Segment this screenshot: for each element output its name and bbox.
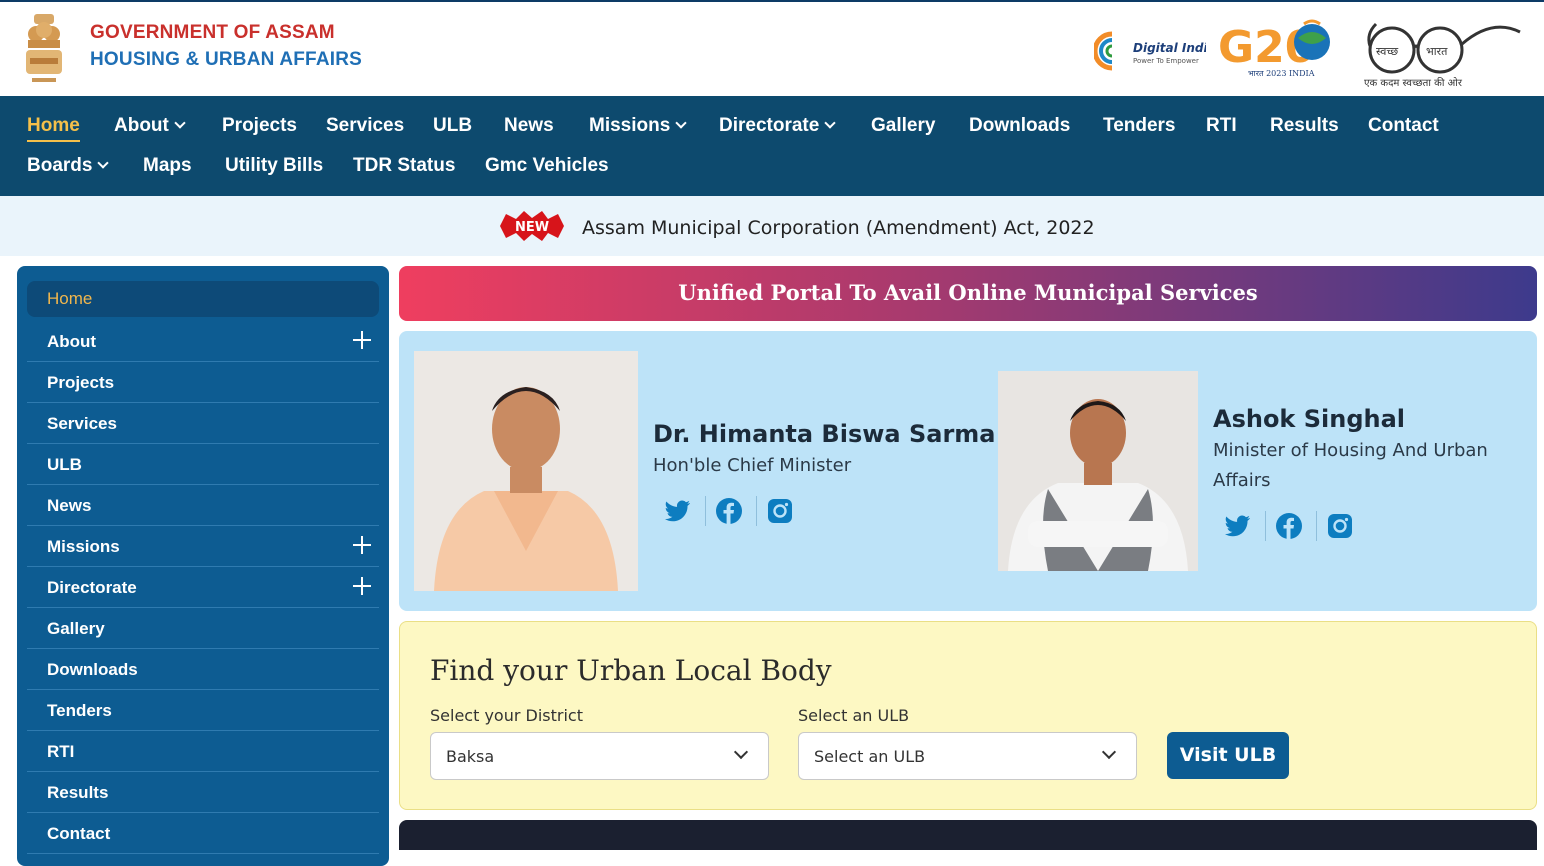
swachh-tagline: एक कदम स्वच्छता की ओर	[1364, 77, 1463, 89]
swachh-right: भारत	[1426, 45, 1448, 58]
minister-name: Ashok Singhal	[1213, 405, 1406, 433]
instagram-icon[interactable]	[765, 496, 795, 526]
person-photo-icon	[998, 371, 1198, 571]
nav-tenders[interactable]: Tenders	[1103, 115, 1176, 137]
district-select-value: Baksa	[446, 747, 495, 766]
site-header: GOVERNMENT OF ASSAM HOUSING & URBAN AFFA…	[0, 0, 1544, 96]
facebook-icon[interactable]	[714, 496, 744, 526]
plus-icon[interactable]	[353, 577, 371, 595]
nav-missions[interactable]: Missions	[589, 115, 687, 137]
find-ulb-panel: Find your Urban Local Body Select your D…	[399, 621, 1537, 810]
sidebar-item-gallery[interactable]: Gallery	[27, 608, 379, 649]
twitter-icon[interactable]	[663, 496, 693, 526]
chevron-down-icon	[97, 157, 110, 169]
government-title: GOVERNMENT OF ASSAM	[90, 22, 335, 43]
minister-title: Minister of Housing And Urban Affairs	[1213, 440, 1488, 491]
chevron-down-icon	[174, 117, 186, 129]
sidebar-item-results[interactable]: Results	[27, 772, 379, 813]
new-badge: NEW	[500, 211, 564, 241]
chevron-down-icon	[733, 744, 749, 760]
chevron-down-icon	[824, 117, 836, 129]
nav-about[interactable]: About	[114, 115, 186, 137]
sidebar-item-rti[interactable]: RTI	[27, 731, 379, 772]
nav-ulb[interactable]: ULB	[433, 115, 472, 137]
nav-gallery[interactable]: Gallery	[871, 115, 935, 137]
nav-projects[interactable]: Projects	[222, 115, 297, 137]
find-ulb-title: Find your Urban Local Body	[430, 654, 832, 687]
ulb-select[interactable]: Select an ULB	[798, 732, 1137, 780]
nav-rti[interactable]: RTI	[1206, 115, 1237, 137]
sidebar-item-missions[interactable]: Missions	[27, 526, 379, 567]
nav-news[interactable]: News	[504, 115, 554, 137]
divider	[1316, 511, 1317, 541]
ministers-panel: Dr. Himanta Biswa Sarma Hon'ble Chief Mi…	[399, 331, 1537, 611]
divider	[705, 496, 706, 526]
sidebar-item-ulb[interactable]: ULB	[27, 444, 379, 485]
swachh-bharat-logo[interactable]: स्वच्छ भारत एक कदम स्वच्छता की ओर	[1362, 14, 1526, 90]
sidebar-item-services[interactable]: Services	[27, 403, 379, 444]
chevron-down-icon	[675, 117, 687, 129]
nav-maps[interactable]: Maps	[143, 155, 192, 177]
instagram-icon[interactable]	[1325, 511, 1355, 541]
facebook-icon[interactable]	[1274, 511, 1304, 541]
visit-ulb-button[interactable]: Visit ULB	[1167, 732, 1289, 779]
nav-boards[interactable]: Boards	[27, 155, 110, 177]
department-title: HOUSING & URBAN AFFAIRS	[90, 49, 363, 70]
digital-india-tagline: Power To Empower	[1133, 57, 1199, 65]
divider	[756, 496, 757, 526]
divider	[1265, 511, 1266, 541]
nav-services[interactable]: Services	[326, 115, 404, 137]
new-badge-label: NEW	[515, 220, 549, 235]
person-photo-icon	[414, 351, 638, 591]
digital-india-logo[interactable]: Digital India Power To Empower	[1094, 28, 1206, 74]
sidebar-item-about[interactable]: About	[27, 321, 379, 362]
nav-home[interactable]: Home	[27, 115, 80, 142]
nav-results[interactable]: Results	[1270, 115, 1339, 137]
minister-name: Dr. Himanta Biswa Sarma	[653, 420, 996, 448]
banner-title: Unified Portal To Avail Online Municipal…	[678, 280, 1258, 305]
g20-sub: भारत 2023 INDIA	[1248, 69, 1315, 78]
ticker-link[interactable]: Assam Municipal Corporation (Amendment) …	[582, 217, 1095, 239]
next-section-preview	[399, 820, 1537, 850]
sidebar-item-downloads[interactable]: Downloads	[27, 649, 379, 690]
ulb-label: Select an ULB	[798, 706, 910, 725]
nav-directorate[interactable]: Directorate	[719, 115, 836, 137]
plus-icon[interactable]	[353, 536, 371, 554]
swachh-left: स्वच्छ	[1376, 45, 1398, 58]
district-select[interactable]: Baksa	[430, 732, 769, 780]
sidebar-item-news[interactable]: News	[27, 485, 379, 526]
nav-utility-bills[interactable]: Utility Bills	[225, 155, 323, 177]
sidebar-item-projects[interactable]: Projects	[27, 362, 379, 403]
sidebar-item-tenders[interactable]: Tenders	[27, 690, 379, 731]
district-label: Select your District	[430, 706, 583, 725]
sidebar-item-home[interactable]: Home	[27, 281, 379, 317]
portal-banner: Unified Portal To Avail Online Municipal…	[399, 266, 1537, 321]
nav-tdr-status[interactable]: TDR Status	[353, 155, 455, 177]
minister-title: Hon'ble Chief Minister	[653, 455, 852, 476]
nav-gmc-vehicles[interactable]: Gmc Vehicles	[485, 155, 609, 177]
state-emblem-icon[interactable]	[20, 10, 68, 90]
sidebar-menu: Home About Projects Services ULB News Mi…	[17, 266, 389, 866]
twitter-icon[interactable]	[1223, 511, 1253, 541]
sidebar-item-directorate[interactable]: Directorate	[27, 567, 379, 608]
nav-downloads[interactable]: Downloads	[969, 115, 1070, 137]
nav-contact[interactable]: Contact	[1368, 115, 1439, 137]
ulb-select-value: Select an ULB	[814, 747, 926, 766]
digital-india-title: Digital India	[1133, 41, 1206, 55]
chevron-down-icon	[1101, 744, 1117, 760]
g20-logo[interactable]: G20 भारत 2023 INDIA	[1218, 16, 1336, 82]
main-navigation: Home About Projects Services ULB News Mi…	[0, 96, 1544, 196]
chief-minister-photo	[414, 351, 638, 591]
plus-icon[interactable]	[353, 331, 371, 349]
housing-minister-photo	[998, 371, 1198, 571]
sidebar-item-contact[interactable]: Contact	[27, 813, 379, 854]
